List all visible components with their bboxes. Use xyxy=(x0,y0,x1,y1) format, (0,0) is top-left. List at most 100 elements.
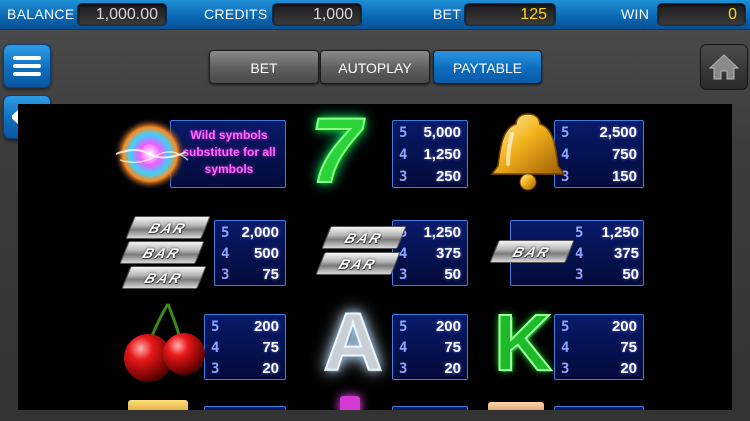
pay-row: 5 1,250 xyxy=(569,223,645,243)
bar-plate: BAR xyxy=(321,226,407,249)
hamburger-icon xyxy=(13,56,41,76)
row4-panel-1 xyxy=(204,406,286,410)
double-bar-pay-4: 375 xyxy=(435,245,461,262)
home-button[interactable] xyxy=(700,44,748,90)
pay-row: 5 2,500 xyxy=(555,123,643,143)
match-count-label: 4 xyxy=(399,147,408,163)
match-count-label: 4 xyxy=(399,340,408,356)
win-label: WIN xyxy=(621,6,650,22)
cherry-pay-3: 20 xyxy=(262,360,279,377)
match-count-label: 3 xyxy=(575,267,584,283)
pay-row: 5 5,000 xyxy=(393,123,467,143)
cherry-pay-panel: 5 200 4 75 3 20 xyxy=(204,314,286,380)
orange-symbol-icon xyxy=(488,402,544,410)
cherry-pay-5: 200 xyxy=(253,318,279,335)
letter-k-pay-5: 200 xyxy=(611,318,637,335)
status-bar: BALANCE 1,000.00 CREDITS 1,000 BET 125 W… xyxy=(0,0,750,30)
pay-row: 5 2,000 xyxy=(215,223,285,243)
row4-panel-2 xyxy=(392,406,468,410)
tab-autoplay[interactable]: AUTOPLAY xyxy=(320,50,430,84)
wild-symbol-icon xyxy=(114,118,189,190)
double-bar-pay-5: 1,250 xyxy=(423,224,461,241)
letter-k-pay-4: 75 xyxy=(620,339,637,356)
pay-row: 3 20 xyxy=(205,359,285,379)
seven-pay-3: 250 xyxy=(435,168,461,185)
bar-plate: BAR xyxy=(315,252,401,275)
match-count-label: 5 xyxy=(211,319,220,335)
pay-row: 4 1,250 xyxy=(393,145,467,165)
seven-pay-5: 5,000 xyxy=(423,124,461,141)
bell-pay-4: 750 xyxy=(611,146,637,163)
triple-bar-symbol-icon: BAR BAR BAR xyxy=(116,216,216,292)
double-bar-pay-3: 50 xyxy=(444,266,461,283)
match-count-label: 4 xyxy=(211,340,220,356)
double-bar-symbol-icon: BAR BAR xyxy=(312,226,407,278)
match-count-label: 5 xyxy=(399,319,408,335)
pay-row: 4 375 xyxy=(569,244,645,264)
seven-symbol-icon: 7 xyxy=(309,104,362,202)
single-bar-pay-4: 375 xyxy=(613,245,639,262)
row4-panel-3 xyxy=(554,406,644,410)
match-count-label: 5 xyxy=(575,225,584,241)
bet-label: BET xyxy=(433,6,462,22)
triple-bar-pay-panel: 5 2,000 4 500 3 75 xyxy=(214,220,286,286)
match-count-label: 3 xyxy=(399,361,408,377)
match-count-label: 3 xyxy=(211,361,220,377)
letter-k-pay-panel: 5 200 4 75 3 20 xyxy=(554,314,644,380)
cherry-pay-4: 75 xyxy=(262,339,279,356)
bet-value: 125 xyxy=(464,3,556,26)
pay-row: 3 20 xyxy=(393,359,467,379)
balance-label: BALANCE xyxy=(7,6,75,22)
tab-bet[interactable]: BET xyxy=(209,50,319,84)
purple-symbol-icon xyxy=(340,396,360,410)
match-count-label: 3 xyxy=(399,169,408,185)
pay-row: 3 75 xyxy=(215,265,285,285)
triple-bar-pay-3: 75 xyxy=(262,266,279,283)
match-count-label: 4 xyxy=(561,340,570,356)
seven-pay-panel: 5 5,000 4 1,250 3 250 xyxy=(392,120,468,188)
match-count-label: 5 xyxy=(561,319,570,335)
letter-a-pay-panel: 5 200 4 75 3 20 xyxy=(392,314,468,380)
pay-row: 4 75 xyxy=(205,338,285,358)
credits-value: 1,000 xyxy=(272,3,362,26)
bar-plate: BAR xyxy=(125,216,211,239)
balance-value: 1,000.00 xyxy=(77,3,167,26)
letter-a-pay-3: 20 xyxy=(444,360,461,377)
match-count-label: 4 xyxy=(221,246,230,262)
letter-a-symbol-icon: A xyxy=(322,297,383,388)
pay-row: 3 50 xyxy=(569,265,645,285)
triple-bar-pay-5: 2,000 xyxy=(241,224,279,241)
home-icon xyxy=(708,54,740,80)
match-count-label: 3 xyxy=(221,267,230,283)
tab-paytable[interactable]: PAYTABLE xyxy=(433,50,542,84)
pay-row: 4 750 xyxy=(555,145,643,165)
gold-symbol-icon xyxy=(128,400,188,410)
bell-symbol-icon xyxy=(490,113,566,191)
pay-row: 4 500 xyxy=(215,244,285,264)
match-count-label: 3 xyxy=(561,361,570,377)
match-count-label: 5 xyxy=(221,225,230,241)
bell-pay-3: 150 xyxy=(611,168,637,185)
menu-button[interactable] xyxy=(3,44,51,88)
pay-row: 4 75 xyxy=(555,338,643,358)
letter-a-pay-5: 200 xyxy=(435,318,461,335)
paytable-area: Wild symbols substitute for all symbols … xyxy=(18,104,732,410)
pay-row: 3 150 xyxy=(555,167,643,187)
pay-row: 3 250 xyxy=(393,167,467,187)
pay-row: 3 50 xyxy=(393,265,467,285)
letter-a-pay-4: 75 xyxy=(444,339,461,356)
triple-bar-pay-4: 500 xyxy=(253,245,279,262)
bell-pay-5: 2,500 xyxy=(599,124,637,141)
single-bar-pay-3: 50 xyxy=(622,266,639,283)
single-bar-pay-5: 1,250 xyxy=(601,224,639,241)
pay-row: 5 200 xyxy=(205,317,285,337)
pay-row: 5 200 xyxy=(393,317,467,337)
seven-pay-4: 1,250 xyxy=(423,146,461,163)
letter-k-pay-3: 20 xyxy=(620,360,637,377)
win-value: 0 xyxy=(657,3,746,26)
single-bar-symbol-icon: BAR xyxy=(488,240,578,268)
bar-plate: BAR xyxy=(121,266,207,289)
bar-plate: BAR xyxy=(119,241,205,264)
pay-row: 4 375 xyxy=(393,244,467,264)
pay-row: 4 75 xyxy=(393,338,467,358)
